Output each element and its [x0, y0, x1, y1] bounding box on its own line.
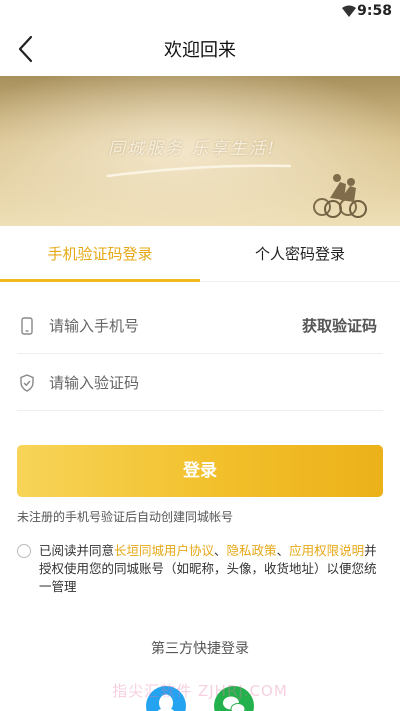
- agreement-sep-1: 、: [214, 543, 227, 558]
- agreement-text: 已阅读并同意长垣同城用户协议、隐私政策、应用权限说明并授权使用您的同城账号（如昵…: [39, 542, 383, 596]
- permission-info-link[interactable]: 应用权限说明: [289, 543, 364, 558]
- banner-slogan: 同城服务 乐享生活!: [108, 139, 277, 159]
- privacy-policy-link[interactable]: 隐私政策: [227, 543, 277, 558]
- shield-check-icon: [20, 374, 34, 392]
- user-agreement-link[interactable]: 长垣同城用户协议: [114, 543, 214, 558]
- banner-image: 同城服务 乐享生活!: [0, 76, 400, 226]
- login-tabs: 手机验证码登录 个人密码登录: [0, 226, 400, 282]
- get-code-button[interactable]: 获取验证码: [302, 315, 377, 336]
- agreement-checkbox[interactable]: [17, 544, 31, 558]
- phone-input[interactable]: [49, 298, 269, 354]
- nav-bar: 欢迎回来: [0, 24, 400, 76]
- tab-sms-login[interactable]: 手机验证码登录: [0, 226, 200, 282]
- phone-field: 获取验证码: [17, 298, 383, 354]
- tab-password-login[interactable]: 个人密码登录: [200, 226, 400, 282]
- wifi-icon: [342, 5, 356, 17]
- active-tab-indicator: [0, 279, 200, 282]
- agreement-sep-2: 、: [276, 543, 290, 558]
- login-button[interactable]: 登录: [17, 445, 383, 497]
- code-field: [17, 355, 383, 411]
- status-bar: 9:58: [0, 0, 400, 24]
- code-input[interactable]: [49, 355, 269, 411]
- phone-icon: [21, 317, 33, 335]
- watermark: 指尖汇软件 ZJHRJ.COM: [112, 682, 288, 700]
- third-party-title: 第三方快捷登录: [151, 641, 249, 657]
- status-time: 9:58: [357, 3, 392, 19]
- agreement-prefix: 已阅读并同意: [39, 543, 115, 558]
- register-hint: 未注册的手机号验证后自动创建同城帐号: [17, 510, 234, 524]
- page-title: 欢迎回来: [164, 40, 236, 61]
